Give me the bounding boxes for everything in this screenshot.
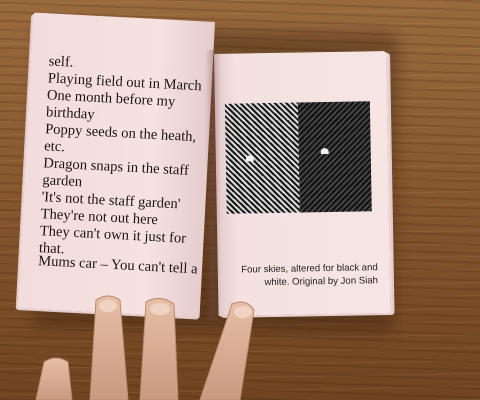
finger-shape bbox=[35, 357, 73, 400]
fingernail-shape bbox=[99, 300, 117, 312]
hand-fingers bbox=[35, 295, 255, 400]
fingernail-shape bbox=[150, 303, 170, 315]
fingernail-shape bbox=[234, 306, 252, 318]
